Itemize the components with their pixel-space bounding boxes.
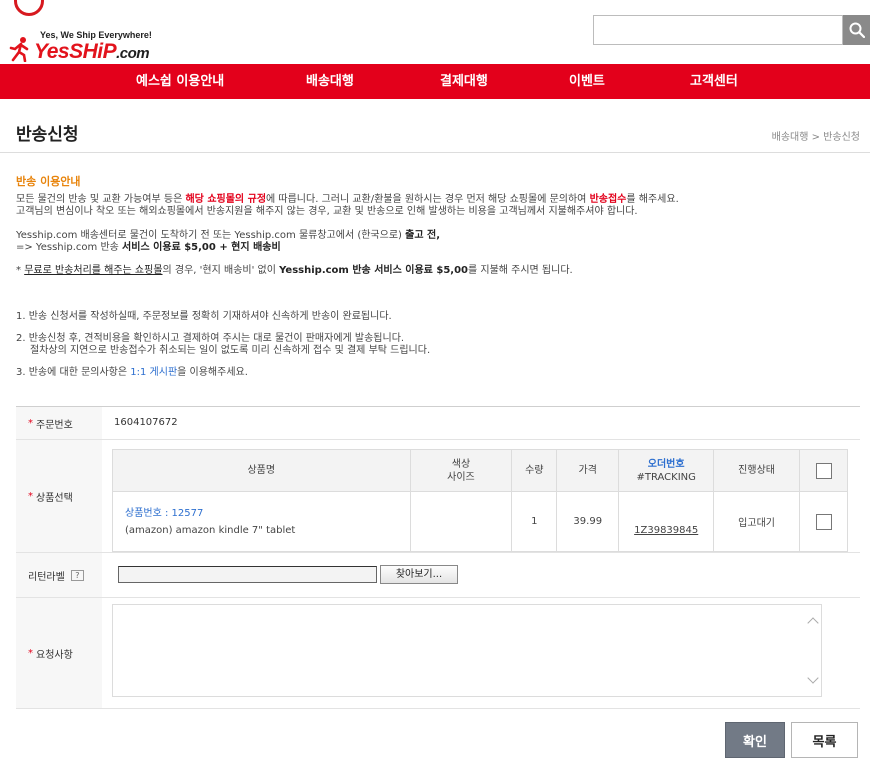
col-select-all bbox=[799, 449, 848, 492]
col-color: 색상 bbox=[451, 458, 471, 470]
label-text: 리턴라벨 bbox=[28, 571, 65, 583]
main-nav: 예스쉽 이용안내 배송대행 결제대행 이벤트 고객센터 bbox=[0, 64, 870, 99]
col-qty: 수량 bbox=[511, 449, 558, 492]
item-select-row: * 상품선택 상품명 색상 사이즈 수량 가격 오더번호 #TRACKING 진행상태… bbox=[16, 440, 860, 553]
logo-wordmark: YesSHiP.com bbox=[34, 40, 150, 64]
guide-line-4: => Yesship.com 반송 서비스 이용료 $5,00 + 현지 배송비 bbox=[16, 242, 866, 254]
return-label-cell: 찾아보기... bbox=[102, 553, 860, 597]
request-row: * 요청사항 bbox=[16, 598, 860, 709]
col-color-size: 색상 사이즈 bbox=[409, 449, 513, 492]
guide-bold: Yesship.com 반송 서비스 이용료 $5,00 bbox=[279, 265, 468, 276]
order-number-label: * 주문번호 bbox=[16, 407, 102, 439]
request-textarea[interactable] bbox=[112, 604, 822, 697]
item-checkbox[interactable] bbox=[815, 513, 832, 530]
item-qty: 1 bbox=[511, 491, 558, 552]
guide-line-1: 모든 물건의 반송 및 교환 가능여부 등은 해당 쇼핑몰의 규정에 따릅니다.… bbox=[16, 194, 866, 206]
label-text: 주문번호 bbox=[36, 419, 73, 431]
guide-highlight: 해당 쇼핑몰의 규정 bbox=[185, 194, 267, 205]
scroll-down-icon[interactable] bbox=[807, 672, 819, 684]
guide-text: => Yesship.com 반송 bbox=[16, 242, 123, 253]
item-color-size bbox=[409, 491, 513, 552]
item-select-label: * 상품선택 bbox=[16, 440, 102, 552]
item-code-link[interactable]: 상품번호 : 12577 bbox=[125, 505, 410, 522]
scroll-up-icon[interactable] bbox=[807, 617, 819, 629]
guide-text: 를 해주세요. bbox=[626, 194, 679, 205]
return-guide: 반송 이용안내 모든 물건의 반송 및 교환 가능여부 등은 해당 쇼핑몰의 규… bbox=[16, 176, 866, 379]
select-all-checkbox[interactable] bbox=[815, 462, 832, 479]
notice-2: 2. 반송신청 후, 견적비용을 확인하시고 결제하여 주시는 대로 물건이 판… bbox=[16, 333, 405, 344]
request-cell bbox=[102, 598, 860, 708]
search-input[interactable] bbox=[593, 15, 843, 45]
notice-2-detail: 절차상의 지연으로 반송접수가 취소되는 일이 없도록 미리 신속하게 접수 및… bbox=[30, 345, 431, 356]
col-name: 상품명 bbox=[112, 449, 411, 492]
logo-wordmark-main: YesSHiP bbox=[34, 40, 117, 63]
col-order-number: 오더번호 bbox=[647, 458, 685, 470]
guide-highlight: 반송접수 bbox=[589, 194, 627, 205]
guide-line-2: 고객님의 변심이나 착오 또는 해외쇼핑몰에서 반송지원을 해주지 않는 경우,… bbox=[16, 206, 638, 217]
nav-shipping[interactable]: 배송대행 bbox=[306, 64, 354, 99]
label-text: 상품선택 bbox=[36, 492, 73, 504]
guide-bold: 서비스 이용료 $5,00 + 현지 배송비 bbox=[122, 242, 281, 253]
qna-board-link[interactable]: 1:1 게시판 bbox=[130, 367, 177, 378]
notice-3: 3. 반송에 대한 문의사항은 1:1 게시판을 이용해주세요. bbox=[16, 367, 866, 379]
tracking-link[interactable]: 1Z39839845 bbox=[634, 525, 698, 536]
guide-text: Yesship.com 배송센터로 물건이 도착하기 전 또는 Yesship.… bbox=[16, 230, 406, 241]
table-row: 상품번호 : 12577 (amazon) amazon kindle 7" t… bbox=[112, 491, 848, 552]
guide-bold: 무료로 반송처리를 해주는 쇼핑몰 bbox=[24, 265, 163, 276]
return-label-label: 리턴라벨? bbox=[16, 553, 102, 597]
guide-heading: 반송 이용안내 bbox=[16, 175, 81, 188]
logo-wordmark-suffix: .com bbox=[116, 45, 150, 62]
col-tracking: #TRACKING bbox=[636, 471, 696, 483]
item-name-cell: 상품번호 : 12577 (amazon) amazon kindle 7" t… bbox=[112, 491, 411, 552]
item-price: 39.99 bbox=[556, 491, 620, 552]
order-number-value-cell: 1604107672 bbox=[102, 407, 860, 439]
item-tracking-cell: 1Z39839845 bbox=[618, 491, 715, 552]
guide-text: 에 따릅니다. 그러니 교환/환불을 원하시는 경우 먼저 해당 쇼핑몰에 문의… bbox=[266, 194, 590, 205]
item-status: 입고대기 bbox=[713, 491, 800, 552]
list-button[interactable]: 목록 bbox=[791, 722, 858, 758]
guide-text: 을 이용해주세요. bbox=[177, 367, 248, 378]
guide-text: 모든 물건의 반송 및 교환 가능여부 등은 bbox=[16, 194, 186, 205]
table-header-row: 상품명 색상 사이즈 수량 가격 오더번호 #TRACKING 진행상태 bbox=[112, 449, 848, 492]
nav-event[interactable]: 이벤트 bbox=[569, 64, 605, 99]
search-button[interactable] bbox=[843, 15, 870, 45]
confirm-button[interactable]: 확인 bbox=[725, 722, 785, 758]
col-status: 진행상태 bbox=[713, 449, 800, 492]
nav-guide[interactable]: 예스쉽 이용안내 bbox=[136, 64, 224, 99]
guide-text: 3. 반송에 대한 문의사항은 bbox=[16, 367, 131, 378]
item-select-cell: 상품명 색상 사이즈 수량 가격 오더번호 #TRACKING 진행상태 상품번호 … bbox=[102, 440, 860, 552]
nav-support[interactable]: 고객센터 bbox=[690, 64, 738, 99]
logo[interactable]: Yes, We Ship Everywhere! YesSHiP.com bbox=[8, 0, 208, 64]
running-person-icon bbox=[9, 37, 29, 62]
guide-text: 의 경우, '현지 배송비' 없이 bbox=[162, 265, 280, 276]
nav-payment[interactable]: 결제대행 bbox=[440, 64, 488, 99]
page-title: 반송신청 bbox=[16, 125, 79, 145]
col-order-tracking: 오더번호 #TRACKING bbox=[618, 449, 715, 492]
order-number-row: * 주문번호 1604107672 bbox=[16, 407, 860, 440]
notice-1: 1. 반송 신청서를 작성하실때, 주문정보를 정확히 기재하셔야 신속하게 반… bbox=[16, 311, 392, 322]
col-size: 사이즈 bbox=[447, 471, 475, 483]
file-path-field[interactable] bbox=[118, 566, 377, 583]
browse-button[interactable]: 찾아보기... bbox=[380, 565, 458, 584]
logo-swoosh-icon bbox=[14, 0, 44, 16]
help-icon[interactable]: ? bbox=[70, 569, 84, 581]
logo-tagline: Yes, We Ship Everywhere! bbox=[40, 30, 152, 40]
order-number-value: 1604107672 bbox=[114, 417, 178, 428]
search-icon bbox=[849, 22, 865, 38]
request-label: * 요청사항 bbox=[16, 598, 102, 708]
item-name: (amazon) amazon kindle 7" tablet bbox=[125, 524, 296, 536]
col-price: 가격 bbox=[556, 449, 620, 492]
guide-bold: 출고 전, bbox=[405, 230, 441, 241]
return-label-row: 리턴라벨? 찾아보기... bbox=[16, 553, 860, 598]
return-form: * 주문번호 1604107672 * 상품선택 상품명 색상 사이즈 수량 가격 오… bbox=[16, 406, 860, 709]
title-divider bbox=[0, 152, 870, 153]
guide-text: * bbox=[16, 265, 25, 276]
item-select-cell-checkbox bbox=[799, 491, 848, 552]
guide-text: 를 지불해 주시면 됩니다. bbox=[468, 265, 573, 276]
guide-line-5: * 무료로 반송처리를 해주는 쇼핑몰의 경우, '현지 배송비' 없이 Yes… bbox=[16, 265, 866, 277]
breadcrumb: 배송대행 > 반송신청 bbox=[771, 132, 860, 143]
guide-line-3: Yesship.com 배송센터로 물건이 도착하기 전 또는 Yesship.… bbox=[16, 230, 866, 242]
label-text: 요청사항 bbox=[36, 649, 73, 661]
item-table: 상품명 색상 사이즈 수량 가격 오더번호 #TRACKING 진행상태 상품번호 … bbox=[112, 449, 848, 552]
